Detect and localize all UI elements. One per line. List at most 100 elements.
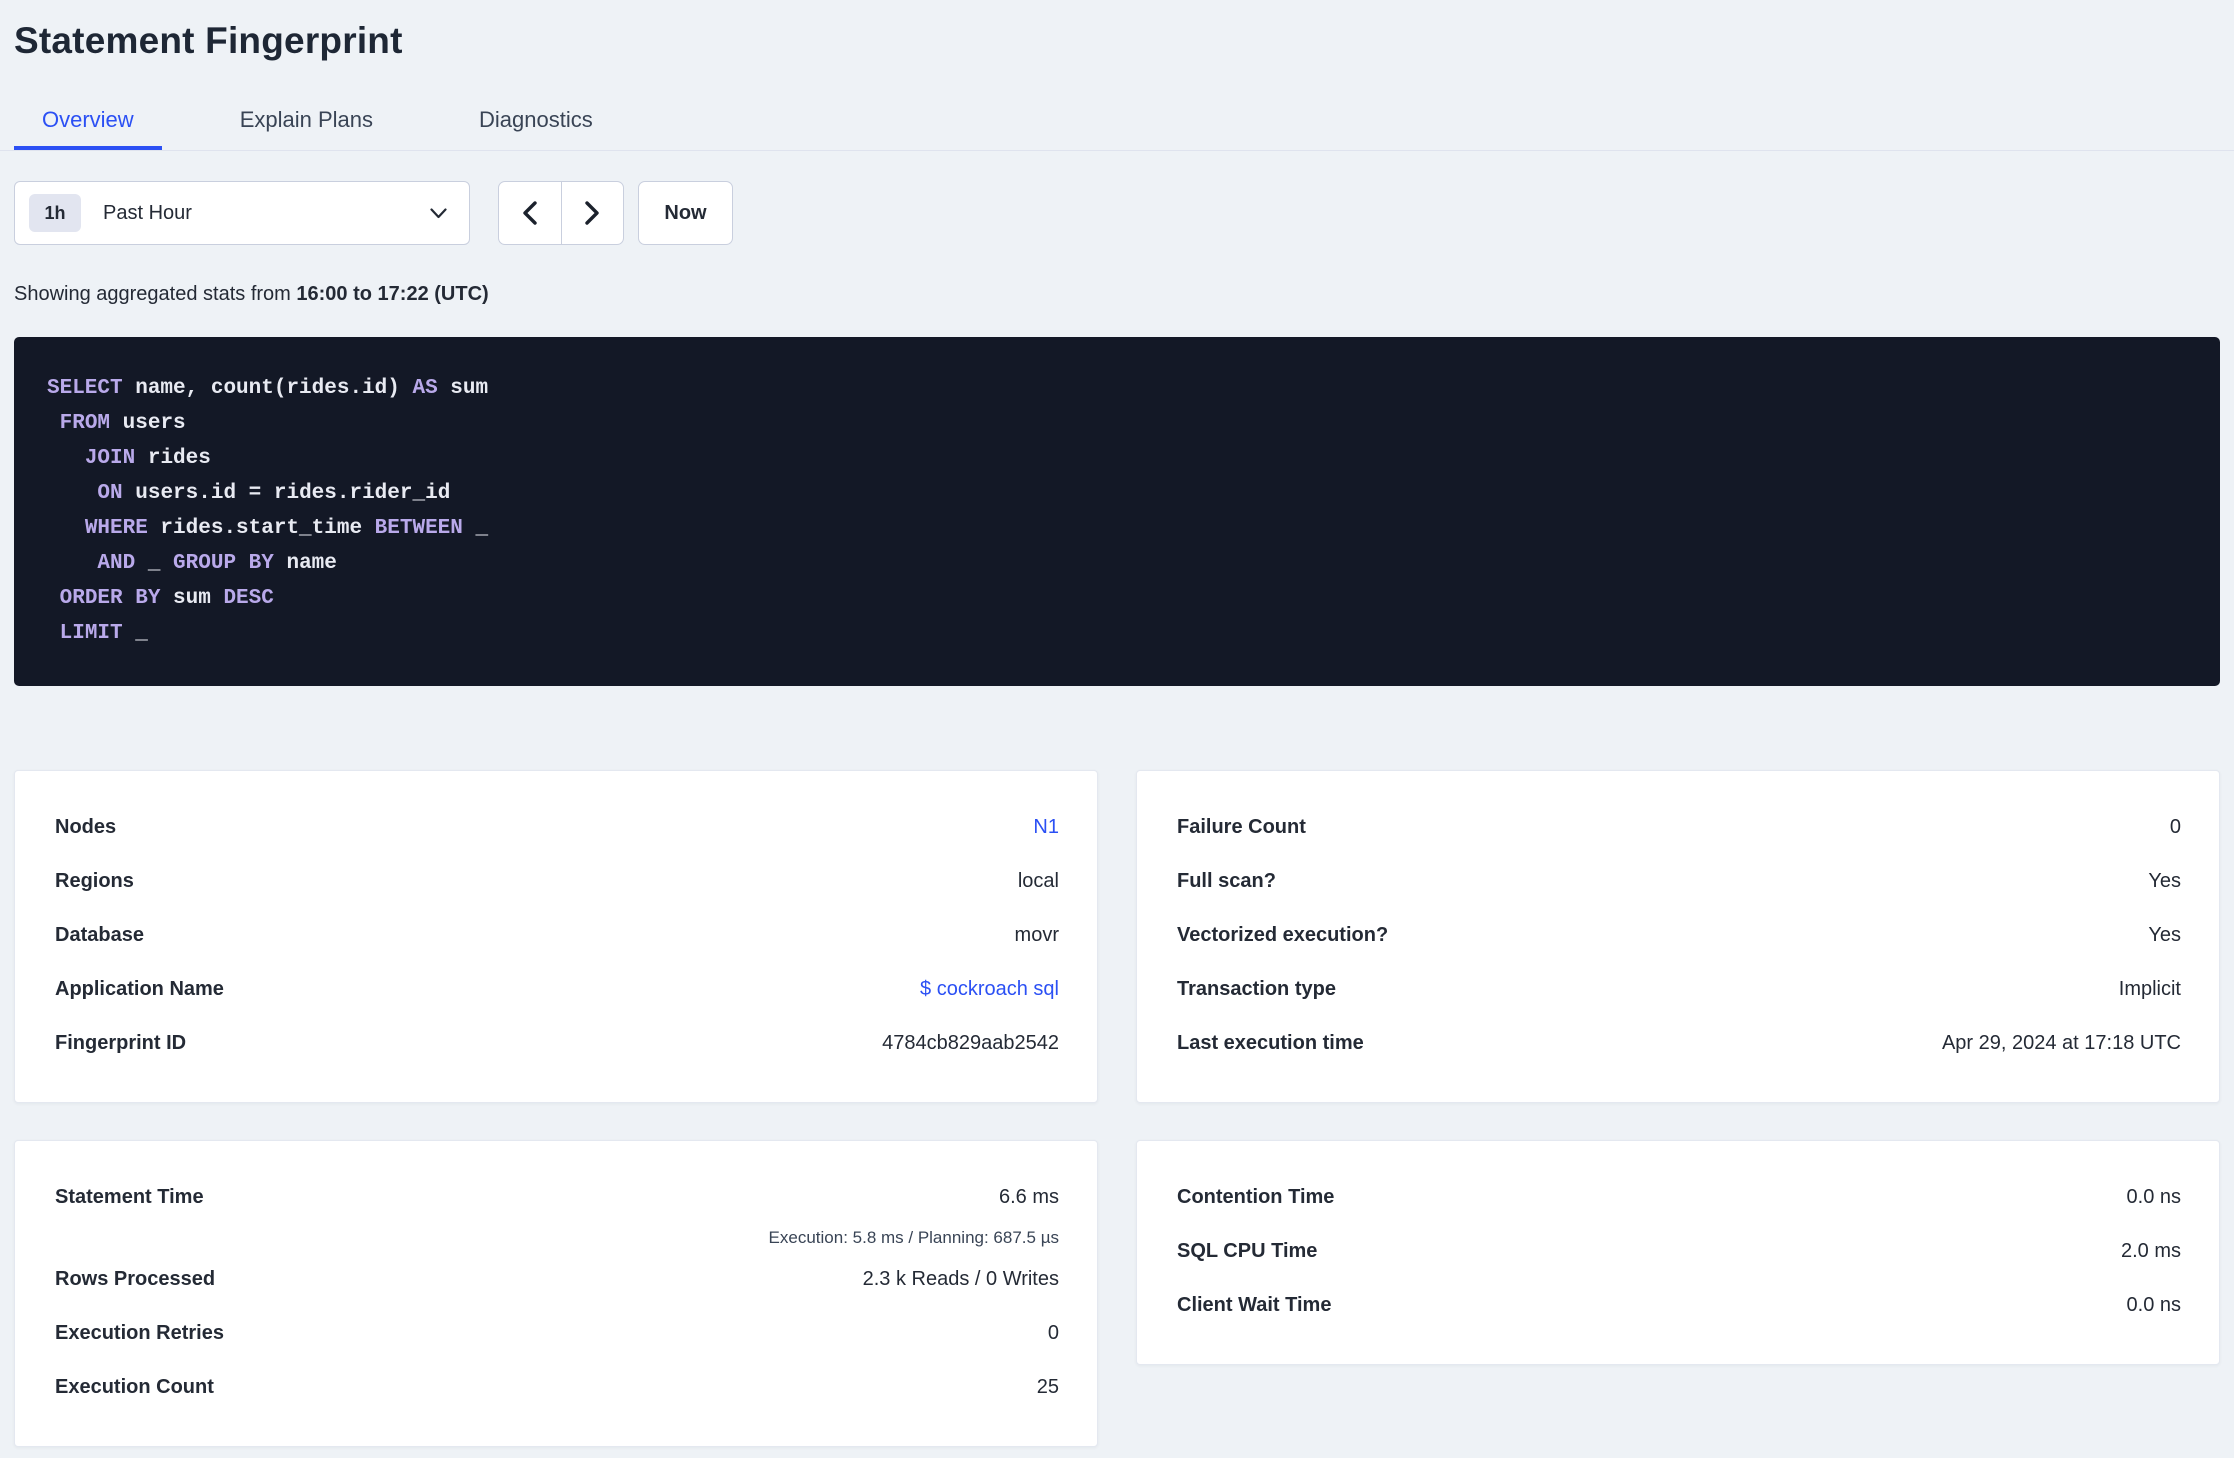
vectorized-execution-value-group: Yes bbox=[2148, 908, 2181, 962]
sql-line: FROM users bbox=[47, 406, 2190, 441]
transaction-type-value-group: Implicit bbox=[2119, 962, 2181, 1016]
execution-retries-value: 0 bbox=[1047, 1322, 1059, 1344]
sql-line: WHERE rides.start_time BETWEEN _ bbox=[47, 511, 2190, 546]
failure-count-value-group: 0 bbox=[2170, 800, 2181, 854]
execution-count-value-group: 25 bbox=[1037, 1360, 1059, 1414]
sql-keyword: ORDER BY bbox=[59, 587, 161, 610]
sql-text: _ bbox=[122, 622, 148, 645]
sql-cpu-time-row: SQL CPU Time 2.0 ms bbox=[1177, 1224, 2181, 1278]
sql-text: users bbox=[110, 412, 186, 435]
sql-line: SELECT name, count(rides.id) AS sum bbox=[47, 371, 2190, 406]
statement-time-note: Execution: 5.8 ms / Planning: 687.5 µs bbox=[768, 1228, 1059, 1247]
rows-processed-value-group: 2.3 k Reads / 0 Writes bbox=[863, 1252, 1059, 1306]
sql-keyword: ON bbox=[97, 482, 123, 505]
contention-time-value-group: 0.0 ns bbox=[2127, 1170, 2181, 1224]
tab-overview[interactable]: Overview bbox=[14, 94, 162, 150]
sql-text: name, count(rides.id) bbox=[122, 377, 413, 400]
application-name-row: Application Name $ cockroach sql bbox=[55, 962, 1059, 1016]
sql-text: _ bbox=[135, 552, 174, 575]
contention-time-row: Contention Time 0.0 ns bbox=[1177, 1170, 2181, 1224]
tab-diagnostics-label: Diagnostics bbox=[479, 107, 593, 132]
database-value-group: movr bbox=[1015, 908, 1059, 962]
tab-explain-plans[interactable]: Explain Plans bbox=[212, 94, 401, 150]
last-execution-time-label: Last execution time bbox=[1177, 1032, 1364, 1054]
sql-keyword: GROUP BY bbox=[173, 552, 274, 575]
failure-count-row: Failure Count 0 bbox=[1177, 800, 2181, 854]
contention-time-value: 0.0 ns bbox=[2126, 1186, 2181, 1208]
sql-line: ON users.id = rides.rider_id bbox=[47, 476, 2190, 511]
sql-keyword: WHERE bbox=[84, 517, 148, 540]
last-execution-time-value: Apr 29, 2024 at 17:18 UTC bbox=[1941, 1032, 2181, 1054]
transaction-type-row: Transaction type Implicit bbox=[1177, 962, 2181, 1016]
now-button[interactable]: Now bbox=[638, 181, 733, 245]
sql-keyword: LIMIT bbox=[59, 622, 123, 645]
tab-overview-label: Overview bbox=[42, 107, 134, 132]
failure-count-value: 0 bbox=[2169, 816, 2181, 838]
vectorized-execution-label: Vectorized execution? bbox=[1177, 924, 1389, 946]
time-step-buttons bbox=[498, 181, 624, 245]
nodes-value-group: N1 bbox=[1033, 800, 1059, 854]
fingerprint-id-value: 4784cb829aab2542 bbox=[882, 1032, 1059, 1054]
full-scan-value-group: Yes bbox=[2148, 854, 2181, 908]
execution-count-row: Execution Count 25 bbox=[55, 1360, 1059, 1414]
failure-count-label: Failure Count bbox=[1177, 816, 1306, 838]
application-name-value-group: $ cockroach sql bbox=[920, 962, 1059, 1016]
transaction-type-value: Implicit bbox=[2118, 978, 2181, 1000]
execution-retries-label: Execution Retries bbox=[55, 1322, 224, 1344]
sql-keyword: AND bbox=[97, 552, 136, 575]
aggregated-stats-note: Showing aggregated stats from 16:00 to 1… bbox=[14, 281, 2220, 307]
time-range-selected: Past Hour bbox=[103, 201, 192, 224]
full-scan-row: Full scan? Yes bbox=[1177, 854, 2181, 908]
statement-time-label: Statement Time bbox=[55, 1186, 204, 1208]
wait-times-card: Contention Time 0.0 ns SQL CPU Time 2.0 ms C… bbox=[1136, 1140, 2220, 1365]
last-execution-time-row: Last execution time Apr 29, 2024 at 17:18… bbox=[1177, 1016, 2181, 1070]
vectorized-execution-row: Vectorized execution? Yes bbox=[1177, 908, 2181, 962]
sql-text: rides bbox=[135, 447, 211, 470]
sql-keyword: SELECT bbox=[47, 377, 123, 400]
time-range-dropdown[interactable]: 1h Past Hour bbox=[14, 181, 470, 245]
sql-keyword: FROM bbox=[59, 412, 111, 435]
rows-processed-label: Rows Processed bbox=[55, 1268, 216, 1290]
application-name-label: Application Name bbox=[55, 978, 224, 1000]
time-range-badge: 1h bbox=[29, 194, 81, 232]
fingerprint-id-label: Fingerprint ID bbox=[55, 1032, 187, 1054]
database-row: Database movr bbox=[55, 908, 1059, 962]
next-time-button[interactable] bbox=[560, 182, 624, 244]
chevron-left-icon bbox=[523, 201, 537, 225]
chevron-down-icon bbox=[430, 207, 447, 219]
fingerprint-id-value-group: 4784cb829aab2542 bbox=[882, 1016, 1059, 1070]
sql-line: ORDER BY sum DESC bbox=[47, 581, 2190, 616]
client-wait-time-label: Client Wait Time bbox=[1177, 1294, 1332, 1316]
statement-details-card: Nodes N1 Regions local Database movr Applicati… bbox=[14, 770, 1098, 1103]
page-title: Statement Fingerprint bbox=[14, 20, 403, 61]
regions-value: local bbox=[1017, 870, 1059, 892]
regions-row: Regions local bbox=[55, 854, 1059, 908]
nodes-link[interactable]: N1 bbox=[1033, 800, 1059, 854]
nodes-label: Nodes bbox=[55, 816, 117, 838]
full-scan-label: Full scan? bbox=[1177, 870, 1276, 892]
sql-text: rides.start_time bbox=[147, 517, 375, 540]
sql-text: sum bbox=[437, 377, 489, 400]
tab-diagnostics[interactable]: Diagnostics bbox=[451, 94, 621, 150]
prev-time-button[interactable] bbox=[499, 182, 561, 244]
sql-keyword: DESC bbox=[223, 587, 274, 610]
statement-fingerprint-page: Statement Fingerprint Overview Explain P… bbox=[0, 0, 2234, 1447]
sql-line: AND _ GROUP BY name bbox=[47, 546, 2190, 581]
execution-count-value: 25 bbox=[1036, 1376, 1059, 1398]
statement-times-card: Statement Time 6.6 ms Execution: 5.8 ms / … bbox=[14, 1140, 1098, 1447]
client-wait-time-value: 0.0 ns bbox=[2126, 1294, 2181, 1316]
sql-text: sum bbox=[160, 587, 224, 610]
vectorized-execution-value: Yes bbox=[2148, 924, 2181, 946]
sql-text: _ bbox=[462, 517, 489, 540]
transaction-type-label: Transaction type bbox=[1177, 978, 1336, 1000]
contention-time-label: Contention Time bbox=[1177, 1186, 1335, 1208]
last-execution-time-value-group: Apr 29, 2024 at 17:18 UTC bbox=[1942, 1016, 2181, 1070]
sql-text: name bbox=[273, 552, 337, 575]
full-scan-value: Yes bbox=[2148, 870, 2181, 892]
application-name-link[interactable]: $ cockroach sql bbox=[920, 962, 1059, 1016]
aggregated-stats-note-prefix: Showing aggregated stats from bbox=[14, 283, 297, 305]
